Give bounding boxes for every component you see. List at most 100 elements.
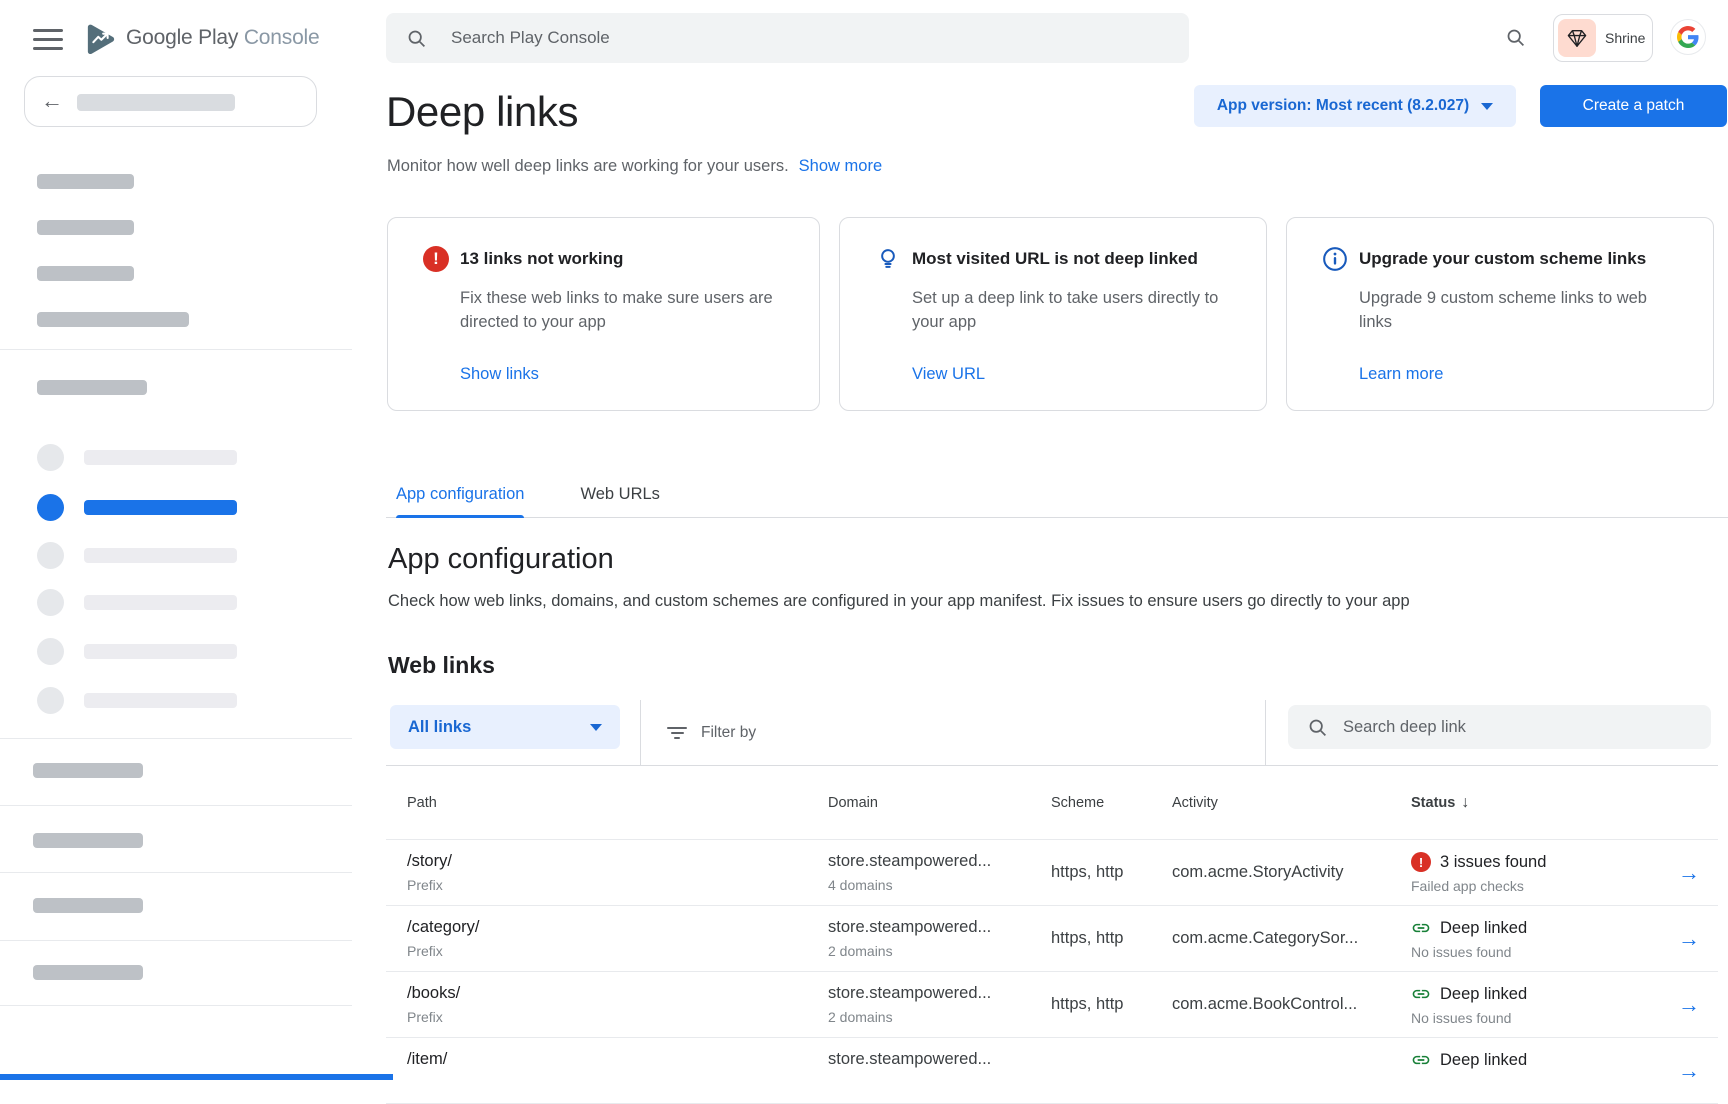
- path-cell: /category/ Prefix: [386, 906, 807, 959]
- error-icon: !: [1411, 852, 1431, 872]
- sidebar-section-skeleton: [37, 380, 147, 395]
- tab-app-configuration[interactable]: App configuration: [396, 470, 524, 518]
- filter-icon: [667, 724, 687, 742]
- web-links-toolbar: All links Filter by Search deep link: [386, 700, 1718, 766]
- table-header-row: Path Domain Scheme Activity Status↓: [386, 766, 1718, 840]
- domain-cell: store.steampowered... 2 domains: [807, 972, 1030, 1025]
- table-row[interactable]: /category/ Prefix store.steampowered... …: [386, 906, 1718, 972]
- lightbulb-icon: [875, 246, 901, 272]
- deep-link-search-placeholder: Search deep link: [1343, 718, 1466, 737]
- page-title: Deep links: [386, 88, 578, 136]
- section-heading: App configuration: [388, 543, 614, 576]
- card-body: Set up a deep link to take users directl…: [912, 286, 1236, 334]
- google-account-avatar[interactable]: [1670, 19, 1706, 55]
- activity-cell: com.acme.StoryActivity: [1151, 863, 1390, 882]
- domain-cell: store.steampowered... 2 domains: [807, 906, 1030, 959]
- shrine-app-avatar: [1558, 19, 1596, 57]
- sidebar-skeleton-item[interactable]: [33, 833, 143, 848]
- tab-web-urls[interactable]: Web URLs: [580, 470, 659, 518]
- table-row[interactable]: /books/ Prefix store.steampowered... 2 d…: [386, 972, 1718, 1038]
- table-row[interactable]: /story/ Prefix store.steampowered... 4 d…: [386, 840, 1718, 906]
- console-search-bar[interactable]: Search Play Console: [386, 13, 1189, 63]
- path-cell: /item/: [386, 1038, 807, 1075]
- back-arrow-icon[interactable]: ←: [41, 88, 63, 114]
- sidebar-divider: [0, 349, 352, 350]
- table-body: /story/ Prefix store.steampowered... 4 d…: [386, 840, 1718, 1104]
- scheme-cell: https, http: [1030, 863, 1151, 882]
- column-header-scheme[interactable]: Scheme: [1030, 795, 1151, 811]
- chevron-down-icon: [590, 724, 602, 731]
- most-visited-url-card: Most visited URL is not deep linked Set …: [839, 217, 1267, 411]
- path-cell: /books/ Prefix: [386, 972, 807, 1025]
- sort-descending-icon: ↓: [1461, 794, 1469, 812]
- app-selector-chip[interactable]: Shrine: [1553, 14, 1653, 62]
- sidebar-skeleton-item[interactable]: [37, 174, 134, 189]
- sidebar-divider: [0, 940, 352, 941]
- secondary-search-icon[interactable]: [1505, 27, 1526, 53]
- card-body: Fix these web links to make sure users a…: [460, 286, 789, 334]
- sidebar-skeleton-item[interactable]: [33, 898, 143, 913]
- column-header-activity[interactable]: Activity: [1151, 795, 1390, 811]
- scheme-cell: https, http: [1030, 929, 1151, 948]
- page-subtitle: Monitor how well deep links are working …: [387, 157, 789, 175]
- sidebar-skeleton-item[interactable]: [33, 965, 143, 980]
- gem-icon: [1566, 27, 1588, 49]
- card-title: 13 links not working: [460, 249, 623, 269]
- app-selector-label: Shrine: [1605, 30, 1645, 46]
- error-icon: !: [423, 246, 449, 272]
- status-cell: ! Deep linked No issues found: [1390, 972, 1660, 1026]
- sidebar-divider: [0, 872, 352, 873]
- sidebar-skeleton-item[interactable]: [37, 266, 134, 281]
- filter-by-button[interactable]: Filter by: [667, 700, 756, 766]
- back-navigation-card[interactable]: ←: [24, 76, 317, 127]
- deep-link-icon: [1411, 984, 1431, 1004]
- column-header-path[interactable]: Path: [386, 795, 807, 811]
- all-links-dropdown[interactable]: All links: [390, 705, 620, 749]
- web-links-table: Path Domain Scheme Activity Status↓ /sto…: [386, 766, 1718, 1104]
- column-header-status[interactable]: Status↓: [1390, 794, 1660, 812]
- view-url-link[interactable]: View URL: [912, 365, 985, 384]
- sidebar: Google Play Console ←: [0, 0, 352, 1080]
- table-row[interactable]: /item/ store.steampowered... ! Deep link…: [386, 1038, 1718, 1104]
- insight-cards: ! 13 links not working Fix these web lin…: [387, 217, 1714, 411]
- search-icon: [406, 28, 427, 49]
- chevron-down-icon: [1481, 103, 1493, 110]
- card-title: Upgrade your custom scheme links: [1359, 249, 1646, 269]
- search-icon: [1307, 717, 1328, 738]
- sidebar-skeleton-item[interactable]: [33, 763, 143, 778]
- domain-cell: store.steampowered...: [807, 1038, 1030, 1075]
- row-detail-arrow[interactable]: →: [1660, 992, 1718, 1018]
- domain-cell: store.steampowered... 4 domains: [807, 840, 1030, 893]
- bottom-edge-element: [0, 1074, 393, 1080]
- sidebar-divider: [0, 1005, 352, 1006]
- learn-more-link[interactable]: Learn more: [1359, 365, 1443, 384]
- play-console-logo-text: Google Play Console: [126, 26, 320, 50]
- show-links-link[interactable]: Show links: [460, 365, 539, 384]
- web-links-heading: Web links: [388, 652, 495, 679]
- links-not-working-card: ! 13 links not working Fix these web lin…: [387, 217, 820, 411]
- status-cell: ! 3 issues found Failed app checks: [1390, 840, 1660, 894]
- show-more-link[interactable]: Show more: [799, 157, 882, 175]
- deep-link-icon: [1411, 1050, 1431, 1070]
- sidebar-skeleton-item[interactable]: [37, 312, 189, 327]
- console-search-placeholder: Search Play Console: [451, 28, 610, 48]
- activity-cell: com.acme.BookControl...: [1151, 995, 1390, 1014]
- create-patch-button[interactable]: Create a patch: [1540, 85, 1727, 127]
- tab-bar: App configuration Web URLs: [386, 470, 1728, 518]
- deep-link-icon: [1411, 918, 1431, 938]
- scheme-cell: https, http: [1030, 995, 1151, 1014]
- column-header-domain[interactable]: Domain: [807, 795, 1030, 811]
- card-title: Most visited URL is not deep linked: [912, 249, 1198, 269]
- upgrade-scheme-links-card: Upgrade your custom scheme links Upgrade…: [1286, 217, 1714, 411]
- section-description: Check how web links, domains, and custom…: [388, 592, 1410, 611]
- menu-icon[interactable]: [33, 29, 63, 51]
- row-detail-arrow[interactable]: →: [1660, 926, 1718, 952]
- status-cell: ! Deep linked No issues found: [1390, 906, 1660, 960]
- app-version-dropdown[interactable]: App version: Most recent (8.2.027): [1194, 85, 1516, 127]
- sidebar-divider: [0, 738, 352, 739]
- row-detail-arrow[interactable]: →: [1660, 860, 1718, 886]
- sidebar-skeleton-item[interactable]: [37, 220, 134, 235]
- deep-link-search-input[interactable]: Search deep link: [1288, 705, 1711, 749]
- app-name-skeleton: [77, 94, 235, 111]
- google-logo-icon: [1677, 26, 1699, 48]
